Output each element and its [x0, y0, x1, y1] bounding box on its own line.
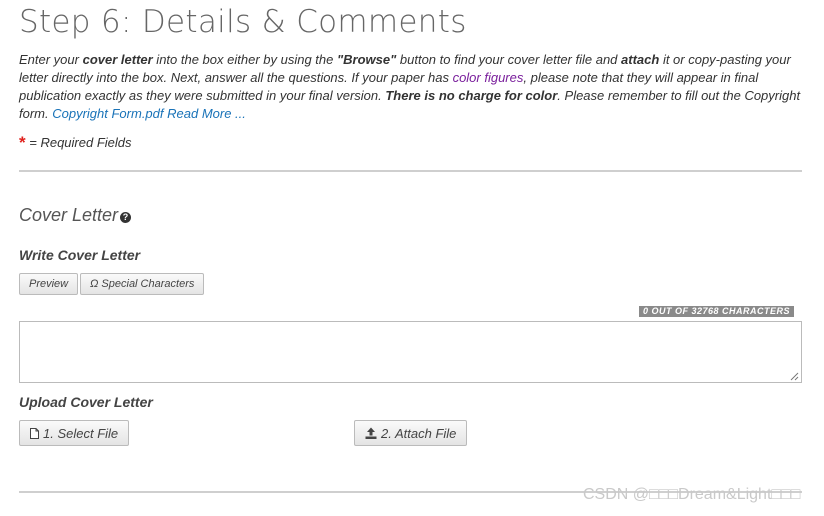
copyright-form-link[interactable]: Copyright Form.pdf	[52, 106, 163, 121]
character-counter-badge: 0 OUT OF 32768 CHARACTERS	[639, 306, 795, 317]
intro-no-charge: There is no charge for color	[385, 88, 558, 103]
cover-letter-textarea[interactable]	[19, 321, 802, 383]
intro-browse: "Browse"	[336, 52, 397, 67]
attach-file-label: 2. Attach File	[381, 425, 457, 441]
cover-letter-title: Cover Letter	[19, 205, 119, 225]
required-fields-label: = Required Fields	[29, 135, 132, 150]
file-icon	[30, 427, 39, 439]
required-star-icon: *	[19, 133, 26, 152]
color-figures-link[interactable]: color figures	[453, 70, 524, 85]
select-file-button[interactable]: 1. Select File	[19, 420, 130, 446]
section-divider-top	[19, 170, 802, 172]
required-fields-note: * = Required Fields	[19, 133, 132, 153]
upload-cover-letter-heading: Upload Cover Letter	[19, 394, 153, 410]
preview-button[interactable]: Preview	[19, 273, 79, 295]
upload-icon	[365, 427, 377, 439]
help-question-icon[interactable]: ?	[120, 211, 132, 223]
resize-grip-icon[interactable]	[790, 372, 799, 381]
cover-letter-section-title: Cover Letter ?	[19, 205, 132, 226]
write-cover-letter-heading: Write Cover Letter	[19, 247, 141, 263]
intro-cover-letter: cover letter	[82, 52, 153, 67]
select-file-label: 1. Select File	[43, 425, 119, 441]
watermark-text: CSDN @□□□Dream&Light□□□	[583, 486, 801, 503]
read-more-link[interactable]: Read More ...	[167, 106, 246, 121]
intro-attach: attach	[621, 52, 660, 67]
attach-file-button[interactable]: 2. Attach File	[354, 420, 468, 446]
intro-text: Enter your cover letter into the box eit…	[19, 52, 801, 121]
special-characters-button[interactable]: Ω Special Characters	[80, 273, 205, 295]
page-title: Step 6: Details & Comments	[19, 4, 467, 40]
